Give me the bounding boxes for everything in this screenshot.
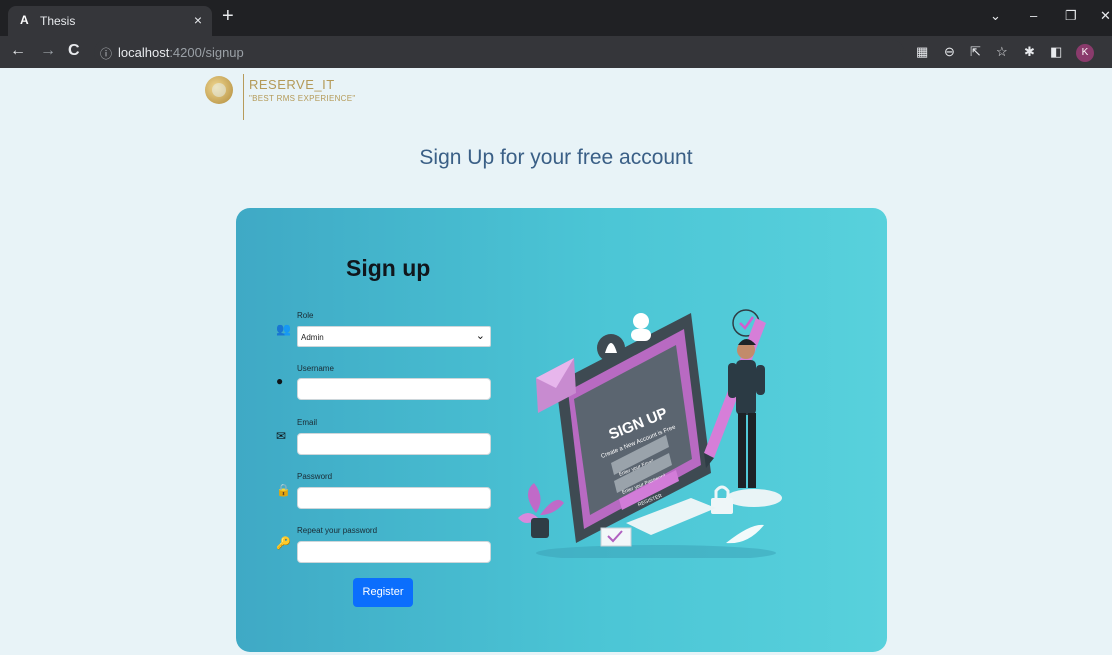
username-input[interactable] (297, 378, 491, 400)
signup-card: Sign up 👥 Role Admin ⌄ ● Username ✉ Emai… (236, 208, 887, 652)
browser-tabstrip: A Thesis × + ⌄ – ❐ ✕ (0, 0, 1112, 36)
logo-divider (243, 74, 244, 120)
reload-icon[interactable]: C (68, 42, 80, 60)
username-label: Username (297, 364, 334, 373)
back-icon[interactable]: ← (10, 42, 26, 60)
restore-icon[interactable]: ❐ (1065, 8, 1077, 24)
tab-close-icon[interactable]: × (194, 12, 202, 28)
url-path: :4200/signup (169, 45, 244, 60)
site-info-icon[interactable]: ⓘ (100, 45, 112, 62)
user-icon: ● (276, 374, 284, 388)
brand-tagline: "BEST RMS EXPERIENCE" (249, 94, 356, 103)
url-text: localhost:4200/signup (118, 45, 244, 60)
envelope-icon: ✉ (276, 429, 287, 443)
forward-icon[interactable]: → (40, 42, 56, 60)
tab-search-icon[interactable]: ⌄ (990, 8, 1001, 24)
logo-emblem-icon[interactable] (205, 76, 233, 104)
lock-icon: 🔒 (276, 483, 291, 497)
register-button[interactable]: Register (353, 578, 413, 607)
browser-toolbar: ← → C ⓘ localhost:4200/signup ▦ ⊖ ⇱ ☆ ✱ … (0, 36, 1112, 68)
key-icon: 🔑 (276, 536, 291, 550)
zoom-icon[interactable]: ⊖ (944, 44, 955, 60)
page-body: RESERVE_IT "BEST RMS EXPERIENCE" Sign Up… (0, 68, 1112, 655)
role-label: Role (297, 311, 314, 320)
chevron-down-icon: ⌄ (475, 330, 485, 342)
new-tab-button[interactable]: + (222, 6, 234, 26)
email-input[interactable] (297, 433, 491, 455)
extensions-icon[interactable]: ✱ (1024, 44, 1035, 60)
profile-avatar[interactable]: K (1076, 44, 1094, 62)
signup-illustration: SIGN UP Create a New Account is Free Ent… (518, 309, 782, 558)
translate-icon[interactable]: ▦ (916, 44, 928, 60)
side-panel-icon[interactable]: ◧ (1050, 44, 1062, 60)
share-icon[interactable]: ⇱ (970, 44, 981, 60)
email-label: Email (297, 418, 318, 427)
tab-title: Thesis (40, 14, 76, 28)
users-icon: 👥 (276, 322, 291, 336)
browser-tab[interactable]: A Thesis × (8, 6, 212, 36)
role-select[interactable]: Admin ⌄ (297, 326, 491, 347)
brand-name[interactable]: RESERVE_IT (249, 77, 335, 92)
minimize-icon[interactable]: – (1030, 8, 1037, 23)
tab-favicon-icon: A (20, 13, 29, 27)
page-title: Sign Up for your free account (419, 146, 693, 169)
form-title: Sign up (346, 255, 431, 281)
address-bar[interactable]: ⓘ localhost:4200/signup (94, 40, 904, 64)
role-select-value: Admin (301, 333, 324, 342)
password-input[interactable] (297, 487, 491, 509)
repeat-password-label: Repeat your password (297, 526, 378, 535)
url-host: localhost (118, 45, 170, 60)
bookmark-star-icon[interactable]: ☆ (996, 44, 1008, 60)
close-window-icon[interactable]: ✕ (1100, 8, 1111, 24)
password-label: Password (297, 472, 333, 481)
repeat-password-input[interactable] (297, 541, 491, 563)
